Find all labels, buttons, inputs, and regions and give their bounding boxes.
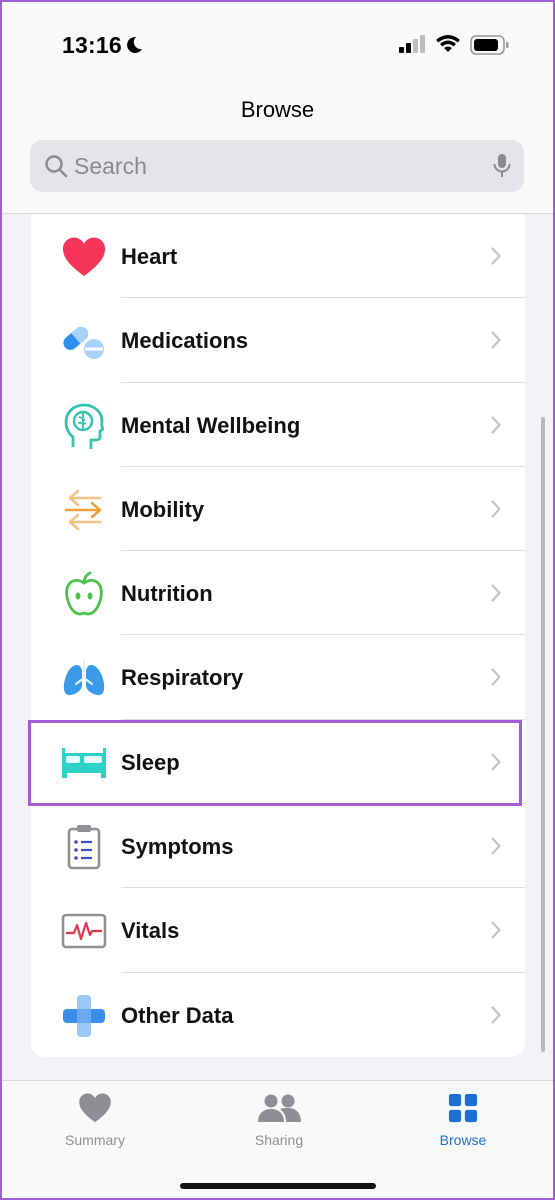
tab-label: Summary — [65, 1132, 125, 1148]
scrollbar[interactable] — [541, 417, 545, 1052]
list-item-medications[interactable]: Medications — [31, 298, 525, 383]
chevron-right-icon — [491, 415, 501, 439]
chevron-right-icon — [491, 1006, 501, 1029]
tab-summary[interactable]: Summary — [40, 1093, 150, 1148]
list-item-label: Symptoms — [121, 834, 234, 860]
chevron-right-icon — [491, 331, 501, 354]
apple-icon — [61, 571, 107, 617]
list-item-other-data[interactable]: Other Data — [31, 973, 525, 1057]
page-title: Browse — [240, 97, 315, 122]
list-item-vitals[interactable]: Vitals — [31, 888, 525, 973]
list-item-label: Heart — [121, 244, 178, 269]
chevron-right-icon — [491, 247, 501, 270]
vitals-chart-icon — [61, 908, 107, 954]
list-item-heart[interactable]: Heart — [31, 214, 525, 299]
navigation-header: Browse Search — [2, 82, 553, 214]
list-item-label: Sleep — [121, 749, 180, 775]
moon-icon — [124, 35, 144, 60]
plus-icon — [61, 993, 107, 1039]
heart-icon — [78, 1093, 112, 1127]
health-browse-screen: 13:16 Browse Search Heart Medications Me… — [2, 2, 553, 1198]
bed-icon — [61, 740, 107, 786]
cellular-signal-icon — [399, 35, 427, 58]
list-item-label: Nutrition — [121, 581, 213, 607]
arrows-icon — [61, 487, 107, 533]
status-time: 13:16 — [62, 32, 122, 58]
chevron-right-icon — [491, 753, 501, 776]
chevron-right-icon — [491, 921, 501, 944]
list-item-nutrition[interactable]: Nutrition — [31, 551, 525, 636]
search-placeholder: Search — [74, 153, 147, 179]
list-item-respiratory[interactable]: Respiratory — [31, 635, 525, 720]
people-icon — [256, 1094, 302, 1127]
chevron-right-icon — [491, 584, 501, 607]
lungs-icon — [61, 655, 107, 701]
list-item-label: Mobility — [121, 496, 205, 522]
list-item-label: Other Data — [121, 1002, 234, 1028]
list-item-symptoms[interactable]: Symptoms — [31, 804, 525, 889]
tab-label: Sharing — [254, 1132, 304, 1148]
grid-icon — [447, 1093, 479, 1127]
microphone-icon[interactable] — [492, 153, 512, 184]
battery-icon — [470, 35, 510, 60]
chevron-right-icon — [491, 837, 501, 860]
status-bar: 13:16 — [2, 2, 553, 82]
category-list: Heart Medications Mental Wellbeing Mobil… — [31, 214, 525, 1057]
pills-icon — [61, 318, 107, 364]
list-item-label: Respiratory — [121, 665, 244, 691]
heart-icon — [61, 234, 107, 280]
home-indicator[interactable] — [180, 1183, 376, 1189]
chevron-right-icon — [491, 500, 501, 523]
chevron-right-icon — [491, 668, 501, 691]
list-item-label: Vitals — [121, 918, 180, 944]
list-item-label: Medications — [121, 328, 249, 354]
search-icon — [44, 154, 68, 183]
search-field[interactable]: Search — [30, 140, 524, 192]
list-item-mental-wellbeing[interactable]: Mental Wellbeing — [31, 383, 525, 467]
tab-sharing[interactable]: Sharing — [224, 1093, 334, 1148]
wifi-icon — [435, 33, 461, 58]
tab-label: Browse — [439, 1132, 487, 1148]
clipboard-icon — [61, 824, 107, 870]
list-item-label: Mental Wellbeing — [121, 412, 301, 438]
tab-bar: Summary Sharing Browse — [2, 1080, 553, 1198]
list-item-sleep[interactable]: Sleep — [31, 720, 525, 805]
list-item-mobility[interactable]: Mobility — [31, 467, 525, 552]
head-brain-icon — [61, 403, 107, 449]
tab-browse[interactable]: Browse — [408, 1093, 518, 1148]
